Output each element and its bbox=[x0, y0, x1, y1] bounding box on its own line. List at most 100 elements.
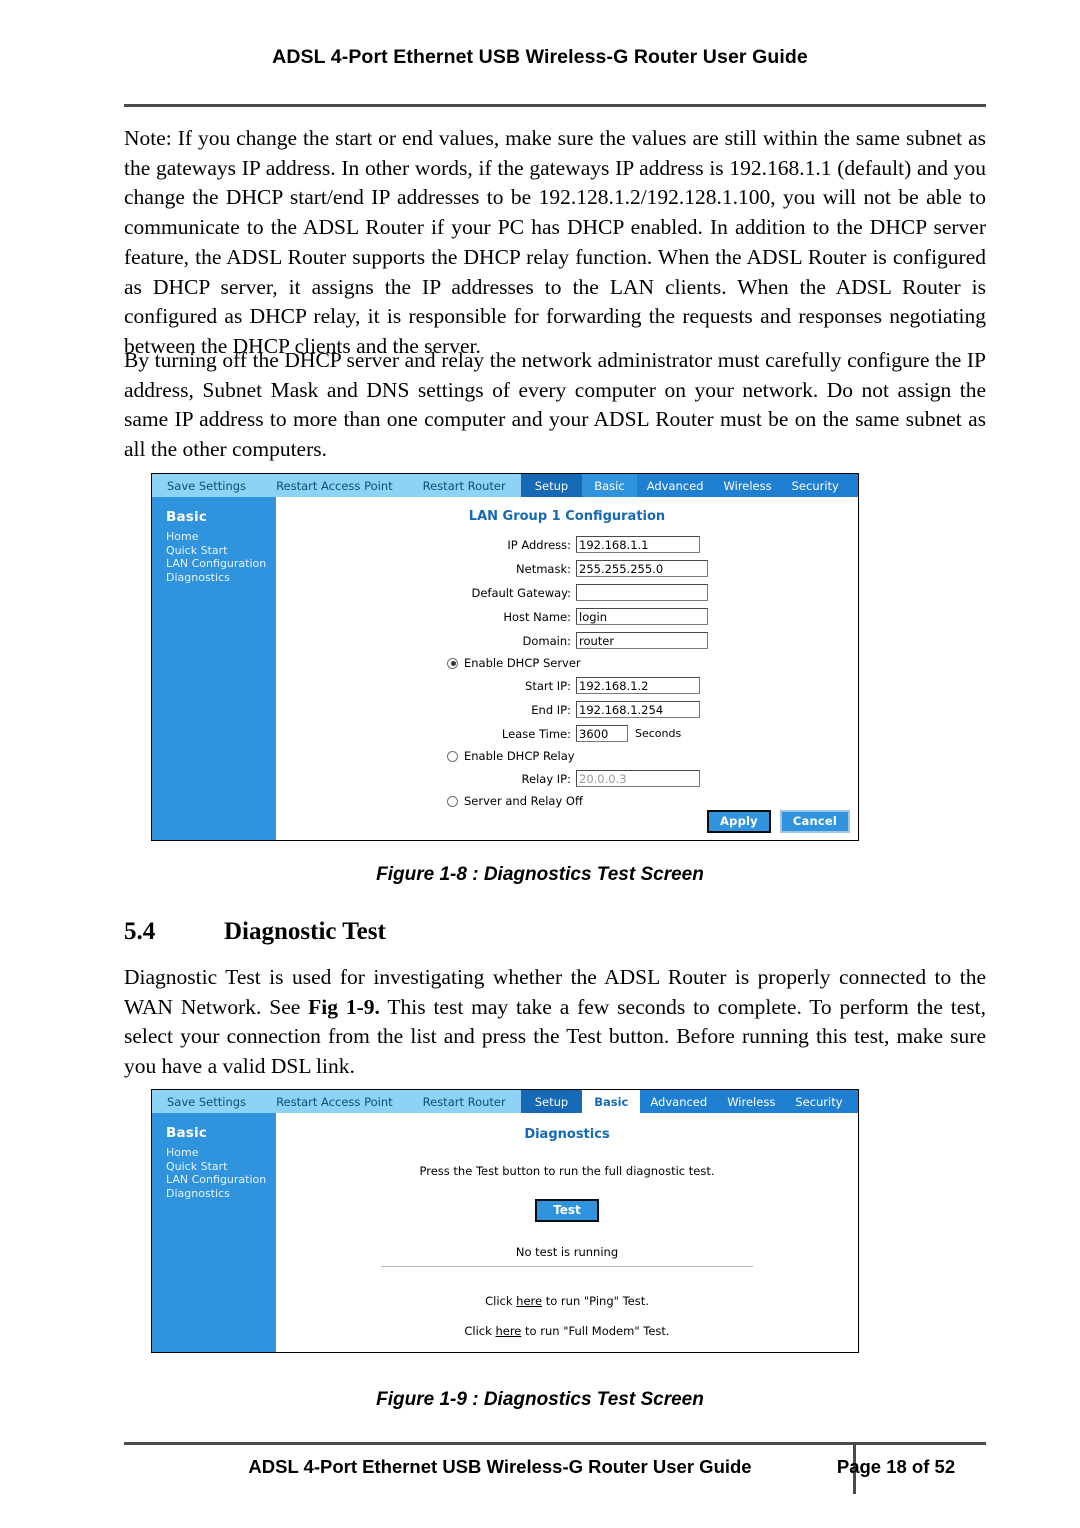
footer-title: ADSL 4-Port Ethernet USB Wireless-G Rout… bbox=[248, 1456, 752, 1477]
router-screenshot-diagnostics: Save Settings Restart Access Point Resta… bbox=[151, 1089, 859, 1353]
note-text: Note: If you change the start or end val… bbox=[124, 126, 986, 358]
input-start-ip[interactable] bbox=[576, 677, 700, 694]
field-row-start-ip: Start IP: bbox=[276, 677, 858, 694]
label-default-gateway: Default Gateway: bbox=[471, 585, 571, 600]
label-start-ip: Start IP: bbox=[525, 678, 571, 693]
radio-enable-dhcp-relay[interactable] bbox=[447, 750, 458, 762]
field-row-default-gateway: Default Gateway: bbox=[276, 584, 858, 601]
sidebar-item-diagnostics[interactable]: Diagnostics bbox=[166, 571, 276, 585]
router-screenshot-lan-config: Save Settings Restart Access Point Resta… bbox=[151, 473, 859, 841]
document-page: ADSL 4-Port Ethernet USB Wireless-G Rout… bbox=[0, 0, 1080, 1528]
tab-basic[interactable]: Basic bbox=[582, 474, 637, 497]
sidebar-item-quick-start-2[interactable]: Quick Start bbox=[166, 1160, 276, 1174]
panel-title-lan-group: LAN Group 1 Configuration bbox=[468, 509, 666, 524]
diagnostics-instruction: Press the Test button to run the full di… bbox=[419, 1164, 715, 1178]
tab-status-2[interactable]: Status bbox=[853, 1090, 858, 1113]
cancel-button[interactable]: Cancel bbox=[779, 810, 850, 833]
header-rule bbox=[124, 104, 986, 107]
router-sidebar-2: Basic Home Quick Start LAN Configuration… bbox=[152, 1113, 276, 1352]
navbar-actions: Save Settings Restart Access Point Resta… bbox=[152, 474, 521, 497]
radio-row-enable-dhcp-server[interactable]: Enable DHCP Server bbox=[276, 656, 858, 670]
dhcp-off-text: By turning off the DHCP server and relay… bbox=[124, 348, 986, 462]
page-footer: ADSL 4-Port Ethernet USB Wireless-G Rout… bbox=[124, 1456, 986, 1478]
label-ip-address: IP Address: bbox=[507, 537, 571, 552]
running-head: ADSL 4-Port Ethernet USB Wireless-G Rout… bbox=[272, 46, 808, 68]
sidebar-item-home[interactable]: Home bbox=[166, 530, 276, 544]
nav-save-settings[interactable]: Save Settings bbox=[152, 474, 261, 497]
sidebar-title: Basic bbox=[166, 509, 208, 525]
nav-restart-access-point-2[interactable]: Restart Access Point bbox=[261, 1090, 408, 1113]
field-row-domain: Domain: bbox=[276, 632, 858, 649]
label-domain: Domain: bbox=[522, 633, 572, 648]
sidebar-item-lan-configuration-2[interactable]: LAN Configuration bbox=[166, 1173, 276, 1187]
section-heading-5-4: 5.4 Diagnostic Test bbox=[124, 918, 986, 946]
lan-config-buttons: Apply Cancel bbox=[707, 810, 850, 833]
nav-save-settings-2[interactable]: Save Settings bbox=[152, 1090, 261, 1113]
figure-1-9-caption: Figure 1-9 : Diagnostics Test Screen bbox=[376, 1389, 704, 1410]
ping-prefix: Click bbox=[485, 1294, 517, 1308]
label-lease-time: Lease Time: bbox=[501, 726, 571, 741]
lan-config-form: IP Address: Netmask: Default Gateway: Ho… bbox=[276, 524, 858, 808]
tab-setup[interactable]: Setup bbox=[520, 474, 583, 497]
diagnostics-status: No test is running bbox=[515, 1245, 619, 1259]
sidebar-item-home-2[interactable]: Home bbox=[166, 1146, 276, 1160]
tab-status[interactable]: Status bbox=[849, 474, 858, 497]
footer-page-number: Page 18 of 52 bbox=[836, 1456, 956, 1477]
sidebar-item-quick-start[interactable]: Quick Start bbox=[166, 544, 276, 558]
radio-enable-dhcp-server[interactable] bbox=[447, 657, 458, 669]
router-body: Basic Home Quick Start LAN Configuration… bbox=[152, 497, 858, 840]
sidebar-item-diagnostics-2[interactable]: Diagnostics bbox=[166, 1187, 276, 1201]
tab-security[interactable]: Security bbox=[782, 474, 849, 497]
modem-prefix: Click bbox=[464, 1324, 496, 1338]
tab-setup-2[interactable]: Setup bbox=[520, 1090, 583, 1113]
radio-row-enable-dhcp-relay[interactable]: Enable DHCP Relay bbox=[276, 749, 858, 763]
router-navbar: Save Settings Restart Access Point Resta… bbox=[152, 474, 858, 497]
input-ip-address[interactable] bbox=[576, 536, 700, 553]
field-row-host-name: Host Name: bbox=[276, 608, 858, 625]
input-end-ip[interactable] bbox=[576, 701, 700, 718]
label-enable-dhcp-server: Enable DHCP Server bbox=[464, 656, 581, 670]
input-relay-ip[interactable] bbox=[576, 770, 700, 787]
full-modem-test-line: Click here to run "Full Modem" Test. bbox=[276, 1324, 858, 1338]
sidebar-item-lan-configuration[interactable]: LAN Configuration bbox=[166, 557, 276, 571]
field-row-netmask: Netmask: bbox=[276, 560, 858, 577]
footer-rule bbox=[124, 1442, 986, 1445]
label-lease-time-unit: Seconds bbox=[635, 727, 682, 740]
field-row-end-ip: End IP: bbox=[276, 701, 858, 718]
nav-restart-router-2[interactable]: Restart Router bbox=[408, 1090, 521, 1113]
section-number: 5.4 bbox=[124, 918, 156, 945]
diagnostics-divider bbox=[381, 1266, 753, 1267]
tab-advanced-2[interactable]: Advanced bbox=[640, 1090, 717, 1113]
tab-wireless-2[interactable]: Wireless bbox=[717, 1090, 785, 1113]
label-host-name: Host Name: bbox=[503, 609, 571, 624]
ping-test-link[interactable]: here bbox=[516, 1294, 542, 1308]
router-sidebar: Basic Home Quick Start LAN Configuration… bbox=[152, 497, 276, 840]
ping-suffix: to run "Ping" Test. bbox=[542, 1294, 649, 1308]
full-modem-test-link[interactable]: here bbox=[495, 1324, 521, 1338]
input-netmask[interactable] bbox=[576, 560, 708, 577]
label-server-relay-off: Server and Relay Off bbox=[464, 794, 583, 808]
label-relay-ip: Relay IP: bbox=[521, 771, 571, 786]
router-navbar-2: Save Settings Restart Access Point Resta… bbox=[152, 1090, 858, 1113]
field-row-ip-address: IP Address: bbox=[276, 536, 858, 553]
tab-security-2[interactable]: Security bbox=[785, 1090, 852, 1113]
test-button[interactable]: Test bbox=[535, 1199, 599, 1222]
field-row-lease-time: Lease Time: Seconds bbox=[276, 725, 858, 742]
paragraph-note: Note: If you change the start or end val… bbox=[124, 124, 986, 362]
tab-basic-2[interactable]: Basic bbox=[582, 1090, 641, 1113]
label-netmask: Netmask: bbox=[516, 561, 571, 576]
diagnostics-panel: Diagnostics Press the Test button to run… bbox=[276, 1113, 858, 1352]
input-lease-time[interactable] bbox=[576, 725, 628, 742]
section-title: Diagnostic Test bbox=[224, 918, 386, 945]
input-domain[interactable] bbox=[576, 632, 708, 649]
nav-restart-router[interactable]: Restart Router bbox=[408, 474, 521, 497]
radio-server-relay-off[interactable] bbox=[447, 795, 458, 807]
input-default-gateway[interactable] bbox=[576, 584, 708, 601]
radio-row-server-relay-off[interactable]: Server and Relay Off bbox=[276, 794, 858, 808]
paragraph-dhcp-off: By turning off the DHCP server and relay… bbox=[124, 346, 986, 465]
apply-button[interactable]: Apply bbox=[707, 810, 771, 833]
nav-restart-access-point[interactable]: Restart Access Point bbox=[261, 474, 408, 497]
tab-advanced[interactable]: Advanced bbox=[637, 474, 714, 497]
tab-wireless[interactable]: Wireless bbox=[714, 474, 782, 497]
input-host-name[interactable] bbox=[576, 608, 708, 625]
